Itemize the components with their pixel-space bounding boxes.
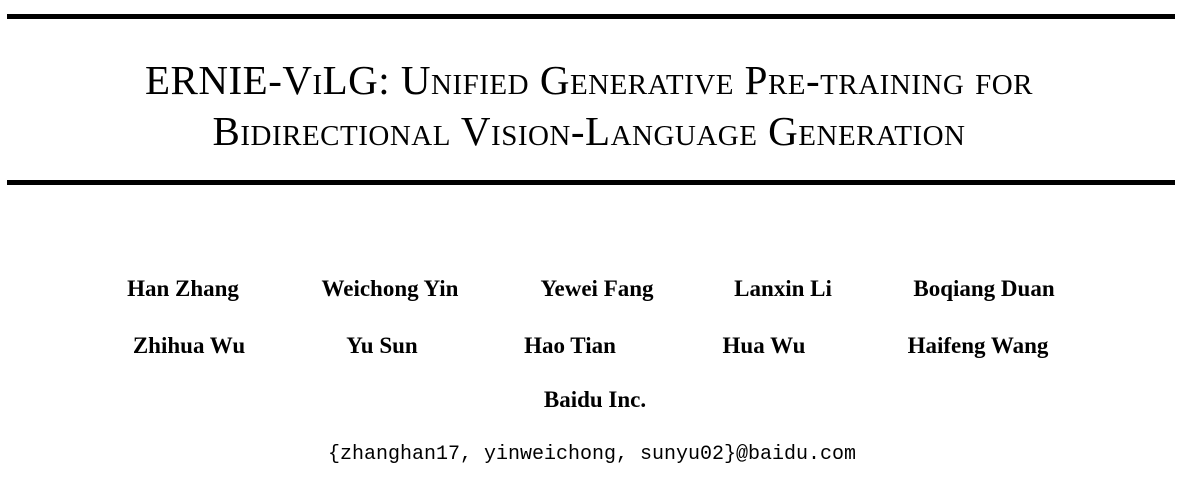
author-name: Haifeng Wang	[907, 333, 1049, 358]
author-name: Han Zhang	[127, 276, 239, 301]
paper-title-line-2: Bidirectional Vision-Language Generation	[212, 108, 966, 154]
author-name: Yu Sun	[346, 333, 418, 358]
bottom-rule	[7, 180, 1175, 185]
affiliation: Baidu Inc.	[543, 387, 647, 412]
author-name: Yewei Fang	[540, 276, 654, 301]
top-rule	[7, 14, 1175, 19]
author-name: Boqiang Duan	[913, 276, 1055, 301]
author-name: Hua Wu	[722, 333, 806, 358]
author-name: Hao Tian	[524, 333, 616, 358]
contact-email: {zhanghan17, yinweichong, sunyu02}@baidu…	[327, 443, 857, 466]
paper-title-line-1: ERNIE-ViLG: Unified Generative Pre-train…	[145, 57, 1033, 103]
author-name: Zhihua Wu	[132, 333, 246, 358]
author-name: Lanxin Li	[734, 276, 832, 301]
author-name: Weichong Yin	[321, 276, 459, 301]
